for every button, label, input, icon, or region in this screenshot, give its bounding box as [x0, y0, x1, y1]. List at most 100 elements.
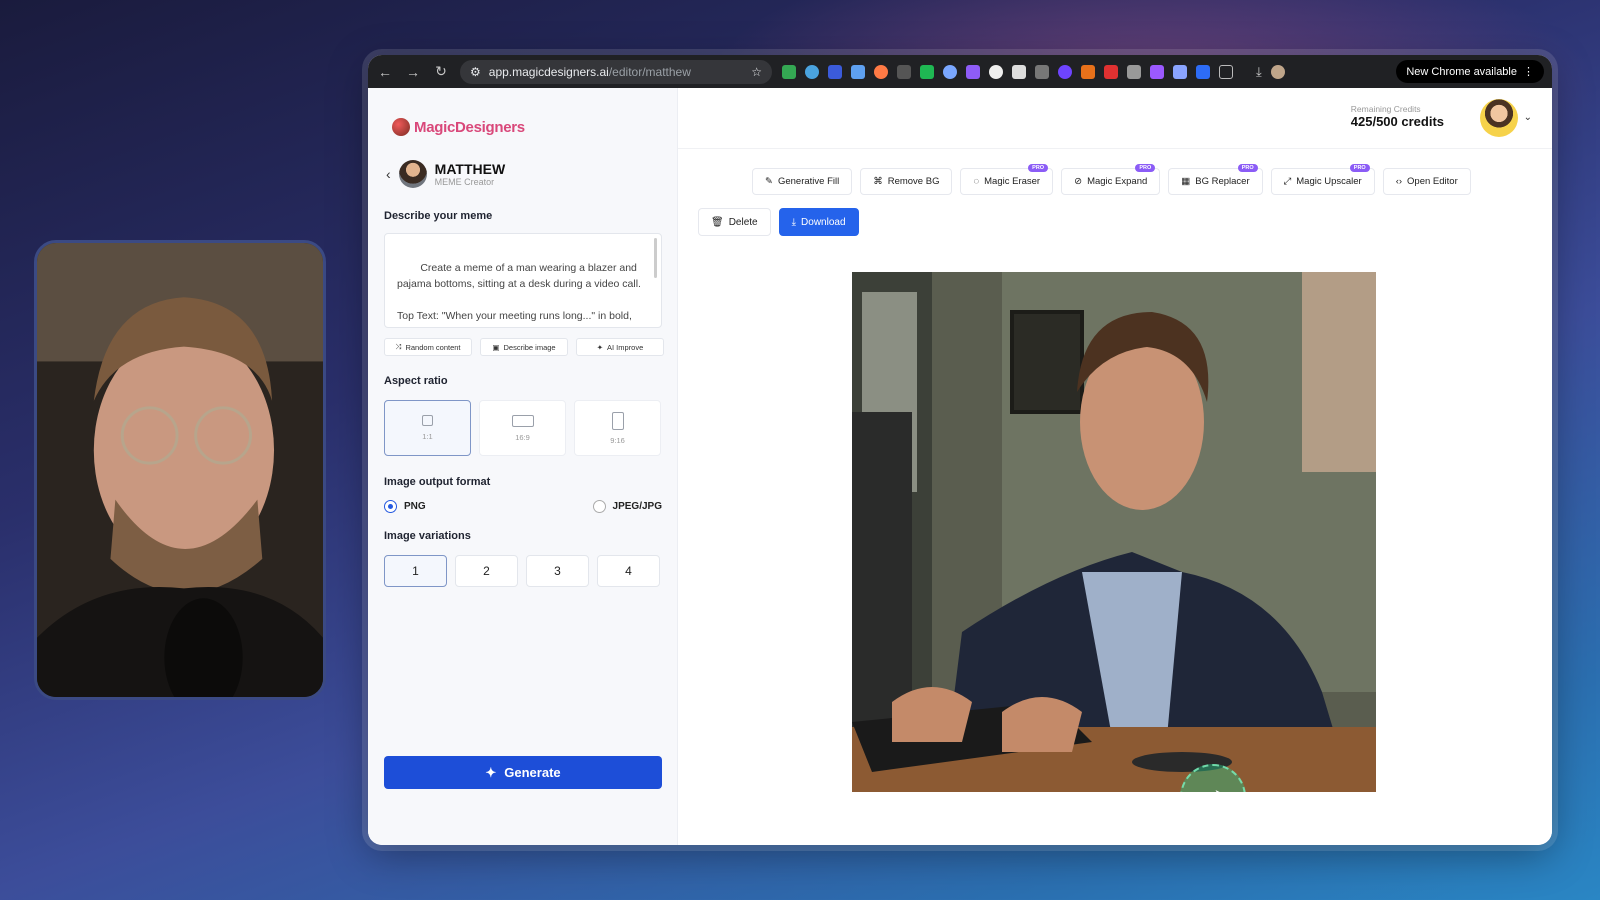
- variation-option-2[interactable]: 2: [455, 555, 518, 587]
- site-settings-icon[interactable]: ⚙: [470, 65, 481, 79]
- extension-icon[interactable]: [1058, 64, 1072, 79]
- prompt-scrollbar[interactable]: [654, 238, 657, 278]
- prompt-textarea[interactable]: Create a meme of a man wearing a blazer …: [384, 233, 662, 328]
- user-avatar[interactable]: [1480, 99, 1518, 137]
- ai-improve-label: AI Improve: [607, 342, 644, 352]
- extension-icon[interactable]: [989, 64, 1003, 79]
- aspect-option-9-16[interactable]: 9:16: [574, 400, 661, 456]
- expand-icon: ⊘: [1074, 176, 1083, 187]
- chrome-profile-icon[interactable]: [1270, 64, 1285, 79]
- extension-icon[interactable]: [897, 64, 911, 79]
- extension-icon[interactable]: [966, 64, 980, 79]
- generative-fill-button[interactable]: ✎ Generative Fill: [752, 168, 853, 195]
- generated-image[interactable]: ➤: [852, 272, 1376, 792]
- chevron-down-icon[interactable]: ⌄: [1524, 112, 1532, 123]
- magic-eraser-button[interactable]: ◌ Magic Eraser PRO: [960, 164, 1054, 195]
- generate-label: Generate: [504, 765, 561, 780]
- tool-label: Open Editor: [1407, 176, 1458, 187]
- variation-option-3[interactable]: 3: [526, 555, 589, 587]
- extension-icon[interactable]: [1127, 64, 1141, 79]
- aspect-option-1-1[interactable]: 1:1: [384, 400, 471, 456]
- downloads-icon[interactable]: ⤓: [1256, 64, 1262, 80]
- variation-option-1[interactable]: 1: [384, 555, 447, 587]
- reload-icon[interactable]: ↻: [432, 63, 450, 81]
- extension-icon[interactable]: [851, 64, 865, 79]
- aspect-option-16-9[interactable]: 16:9: [479, 400, 566, 456]
- format-jpeg-radio[interactable]: JPEG/JPG: [592, 500, 662, 513]
- extension-icon[interactable]: [1150, 64, 1164, 79]
- extension-icon[interactable]: [920, 64, 934, 79]
- editor-canvas: Remaining Credits 425/500 credits ⌄ ✎ Ge…: [678, 88, 1552, 845]
- new-chrome-button[interactable]: New Chrome available ⋮: [1396, 60, 1544, 83]
- generate-button[interactable]: ✦ Generate: [384, 756, 662, 789]
- sidebar: MagicDesigners ‹ MATTHEW MEME Creator De…: [368, 88, 678, 845]
- extension-icon[interactable]: [828, 64, 842, 79]
- address-bar[interactable]: ⚙ app.magicdesigners.ai/editor/matthew ☆: [460, 59, 772, 84]
- radio-selected-icon[interactable]: [384, 500, 397, 513]
- aspect-option-label: 16:9: [515, 432, 530, 442]
- random-content-button[interactable]: ⤨ Random content: [384, 338, 472, 356]
- pro-badge: PRO: [1237, 164, 1258, 172]
- browser-window: ← → ↻ ⚙ app.magicdesigners.ai/editor/mat…: [368, 55, 1552, 845]
- credits-value: 425/500 credits: [1350, 114, 1444, 129]
- profile-role: MEME Creator: [434, 177, 495, 187]
- profile-header: ‹ MATTHEW MEME Creator: [386, 160, 505, 188]
- new-chrome-label: New Chrome available: [1406, 65, 1517, 78]
- extension-icon[interactable]: [1104, 64, 1118, 79]
- format-jpeg-label: JPEG/JPG: [612, 501, 662, 512]
- magic-expand-button[interactable]: ⊘ Magic Expand PRO: [1061, 164, 1161, 195]
- pro-badge: PRO: [1349, 164, 1370, 172]
- radio-unselected-icon[interactable]: [592, 500, 606, 513]
- tool-label: BG Replacer: [1195, 176, 1250, 187]
- aspect-ratio-label: Aspect ratio: [384, 375, 448, 387]
- extension-icon[interactable]: [874, 64, 888, 79]
- shuffle-icon: ⤨: [395, 342, 402, 351]
- credits-display: Remaining Credits 425/500 credits: [1351, 104, 1444, 129]
- variations-options: 1 2 3 4: [384, 555, 660, 587]
- random-content-label: Random content: [405, 342, 461, 352]
- extension-icon[interactable]: [1081, 64, 1095, 79]
- trash-icon: 🗑: [711, 216, 724, 228]
- magic-upscaler-button[interactable]: ⤢ Magic Upscaler PRO: [1270, 164, 1375, 195]
- delete-label: Delete: [728, 216, 758, 228]
- extension-icon[interactable]: [782, 64, 796, 79]
- tool-label: Remove BG: [887, 176, 940, 187]
- extension-icon[interactable]: [943, 64, 957, 79]
- bg-replacer-button[interactable]: ▦ BG Replacer PRO: [1168, 164, 1263, 195]
- describe-image-button[interactable]: ▣ Describe image: [480, 338, 568, 356]
- output-format-label: Image output format: [384, 476, 491, 488]
- ai-improve-button[interactable]: ✦ AI Improve: [576, 338, 664, 356]
- brand-logo[interactable]: MagicDesigners: [392, 118, 525, 136]
- extension-icon[interactable]: [1012, 64, 1026, 79]
- back-arrow-icon[interactable]: ←: [376, 63, 394, 81]
- square-icon: [422, 415, 433, 426]
- brand-name-part2: Designers: [455, 118, 525, 136]
- chevron-left-icon[interactable]: ‹: [386, 166, 391, 182]
- bg-replace-icon: ▦: [1181, 176, 1191, 187]
- tool-label: Magic Expand: [1087, 176, 1148, 187]
- format-png-radio[interactable]: PNG: [384, 500, 426, 513]
- tool-label: Magic Upscaler: [1296, 176, 1362, 187]
- forward-arrow-icon[interactable]: →: [404, 63, 422, 81]
- brand-name-part1: Magic: [414, 118, 456, 136]
- extension-icon[interactable]: [1035, 64, 1049, 79]
- variation-option-4[interactable]: 4: [597, 555, 660, 587]
- delete-button[interactable]: 🗑 Delete: [698, 208, 771, 236]
- extension-icon[interactable]: [805, 64, 819, 79]
- remove-bg-button[interactable]: ⌘ Remove BG: [860, 168, 953, 195]
- bookmark-star-icon[interactable]: ☆: [751, 65, 762, 79]
- extension-icon[interactable]: [1173, 64, 1187, 79]
- portrait-icon: [611, 411, 624, 430]
- prompt-label: Describe your meme: [384, 210, 493, 222]
- puzzle-extensions-icon[interactable]: [1219, 64, 1233, 79]
- describe-image-label: Describe image: [503, 342, 556, 352]
- sparkle-icon: ✦: [596, 342, 604, 352]
- code-icon: ‹›: [1395, 176, 1403, 187]
- mouse-cursor-icon: ➤: [1214, 786, 1226, 792]
- tool-label: Generative Fill: [777, 176, 840, 187]
- open-editor-button[interactable]: ‹› Open Editor: [1382, 168, 1471, 195]
- remove-bg-icon: ⌘: [873, 176, 883, 187]
- kebab-menu-icon[interactable]: ⋮: [1523, 65, 1534, 78]
- download-button[interactable]: ⤓ Download: [778, 208, 859, 236]
- extension-icon[interactable]: [1196, 64, 1210, 79]
